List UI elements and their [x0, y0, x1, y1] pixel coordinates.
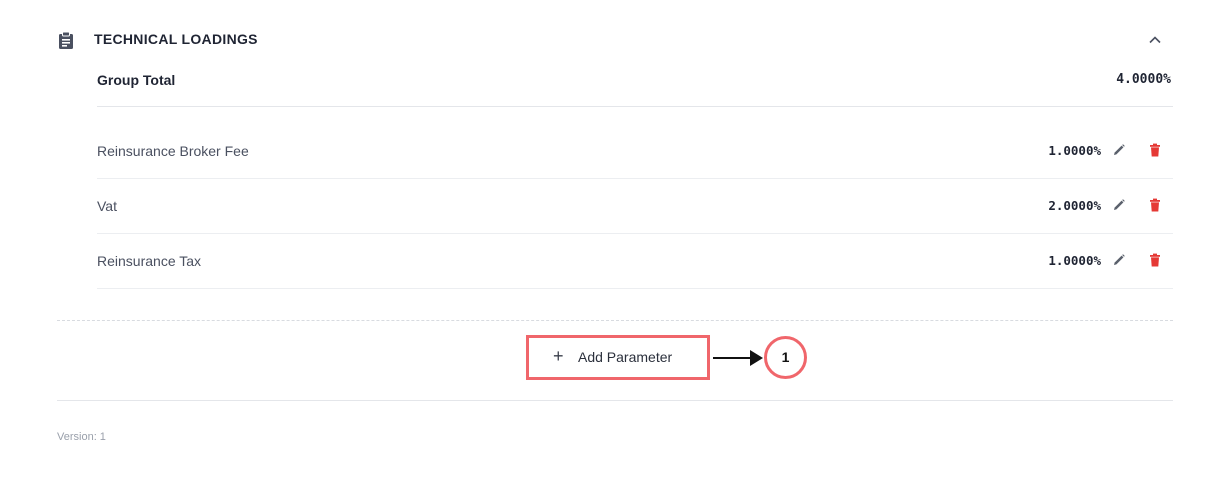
collapse-button[interactable]	[1145, 30, 1165, 50]
section-header: TECHNICAL LOADINGS	[57, 28, 1173, 52]
trash-icon	[1150, 198, 1160, 212]
parameter-label: Vat	[97, 198, 117, 214]
edit-button[interactable]	[1111, 197, 1127, 213]
section-title: TECHNICAL LOADINGS	[94, 31, 258, 47]
clipboard-icon	[57, 31, 75, 49]
parameter-row: Reinsurance Tax 1.0000%	[97, 234, 1173, 289]
parameter-row: Reinsurance Broker Fee 1.0000%	[97, 124, 1173, 179]
parameter-value: 2.0000%	[1048, 198, 1101, 213]
add-parameter-button[interactable]: + Add Parameter	[526, 335, 710, 380]
group-total-value: 4.0000%	[1116, 72, 1171, 87]
footer-divider	[57, 400, 1173, 401]
version-label: Version: 1	[57, 431, 106, 443]
pencil-icon	[1114, 199, 1125, 210]
trash-icon	[1150, 253, 1160, 267]
callout-arrow-head	[750, 350, 763, 366]
parameter-row: Vat 2.0000%	[97, 179, 1173, 234]
delete-button[interactable]	[1147, 197, 1163, 213]
dashed-divider	[57, 320, 1173, 321]
plus-icon: +	[553, 346, 564, 366]
chevron-up-icon	[1149, 36, 1161, 44]
parameter-value: 1.0000%	[1048, 143, 1101, 158]
parameter-label: Reinsurance Broker Fee	[97, 143, 249, 159]
pencil-icon	[1114, 254, 1125, 265]
edit-button[interactable]	[1111, 142, 1127, 158]
trash-icon	[1150, 143, 1160, 157]
group-total-row: Group Total 4.0000%	[97, 62, 1173, 107]
parameter-label: Reinsurance Tax	[97, 253, 202, 269]
edit-button[interactable]	[1111, 252, 1127, 268]
delete-button[interactable]	[1147, 252, 1163, 268]
callout-number: 1	[764, 336, 807, 379]
delete-button[interactable]	[1147, 142, 1163, 158]
parameter-list: Reinsurance Broker Fee 1.0000% Vat 2.000…	[97, 124, 1173, 289]
add-parameter-label: Add Parameter	[578, 349, 673, 365]
pencil-icon	[1114, 144, 1125, 155]
parameter-value: 1.0000%	[1048, 253, 1101, 268]
group-total-label: Group Total	[97, 72, 176, 88]
